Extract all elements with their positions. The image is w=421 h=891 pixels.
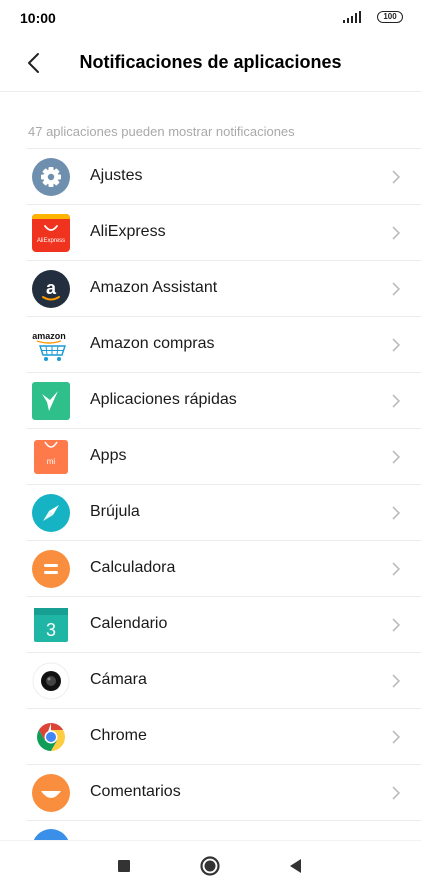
status-time: 10:00: [20, 10, 56, 26]
chevron-right-icon: [392, 450, 401, 464]
list-item-chrome[interactable]: Chrome: [26, 708, 421, 764]
app-label: Brújula: [90, 503, 140, 520]
chevron-right-icon: [392, 730, 401, 744]
chevron-right-icon: [392, 562, 401, 576]
svg-text:a: a: [46, 278, 57, 298]
app-label: Apps: [90, 447, 127, 464]
list-item-brujula[interactable]: Brújula: [26, 484, 421, 540]
chevron-right-icon: [392, 506, 401, 520]
amazon-icon-text: amazon: [32, 331, 66, 341]
app-label: Chrome: [90, 727, 147, 744]
signal-icon: [343, 11, 361, 23]
amazon-assistant-logo-icon: a: [32, 270, 70, 308]
list-item-calendario[interactable]: 3 Calendario: [26, 596, 421, 652]
list-item-calculadora[interactable]: Calculadora: [26, 540, 421, 596]
chrome-logo-icon: [37, 723, 65, 751]
app-label: Comentarios: [90, 783, 181, 800]
apps-icon-text: mi: [47, 457, 56, 466]
hummingbird-icon: [32, 382, 70, 420]
list-item-ajustes[interactable]: Ajustes: [26, 148, 421, 204]
app-label: Amazon compras: [90, 335, 215, 352]
calendar-icon-day: 3: [46, 620, 56, 640]
app-bar: Notificaciones de aplicaciones: [0, 36, 421, 92]
list-item-partial: [26, 820, 421, 841]
apps-count-caption: 47 aplicaciones pueden mostrar notificac…: [28, 124, 295, 139]
camera-lens-icon: [32, 662, 70, 700]
app-label: Amazon Assistant: [90, 279, 218, 296]
compass-icon: [32, 494, 70, 532]
chevron-right-icon: [392, 618, 401, 632]
battery-level: 100: [383, 12, 397, 21]
aliexpress-icon-text: AliExpress: [37, 238, 65, 244]
app-label: AliExpress: [90, 223, 166, 240]
chevron-right-icon: [392, 282, 401, 296]
home-circle-icon[interactable]: [199, 855, 221, 877]
calculator-icon: [32, 550, 70, 588]
chevron-right-icon: [392, 170, 401, 184]
chevron-right-icon: [392, 338, 401, 352]
list-item-apps[interactable]: mi Apps: [26, 428, 421, 484]
aliexpress-logo-icon: AliExpress: [32, 214, 70, 252]
list-item-comentarios[interactable]: Comentarios: [26, 764, 421, 820]
app-label: Cámara: [90, 671, 147, 688]
chevron-right-icon: [392, 674, 401, 688]
recents-square-icon[interactable]: [113, 855, 135, 877]
page-title: Notificaciones de aplicaciones: [79, 52, 342, 72]
app-label: Calculadora: [90, 559, 176, 576]
list-item-camara[interactable]: Cámara: [26, 652, 421, 708]
list-item-amazon-compras[interactable]: amazon Amazon compras: [26, 316, 421, 372]
list-item-amazon-assistant[interactable]: a Amazon Assistant: [26, 260, 421, 316]
chevron-right-icon: [392, 786, 401, 800]
app-label: Aplicaciones rápidas: [90, 391, 237, 408]
chevron-right-icon: [392, 226, 401, 240]
chevron-right-icon: [392, 394, 401, 408]
list-item-aplicaciones-rapidas[interactable]: Aplicaciones rápidas: [26, 372, 421, 428]
list-item-aliexpress[interactable]: AliExpress AliExpress: [26, 204, 421, 260]
status-bar: 10:00 100: [0, 0, 421, 36]
app-list: Ajustes AliExpress AliExpress a Amazon A…: [26, 148, 421, 820]
app-label: Ajustes: [90, 167, 143, 184]
battery-icon: 100: [377, 11, 403, 23]
calendar-icon: 3: [34, 608, 68, 642]
app-label: Calendario: [90, 615, 168, 632]
smile-feedback-icon: [32, 774, 70, 812]
settings-gear-icon: [32, 158, 70, 196]
back-triangle-icon[interactable]: [285, 855, 307, 877]
amazon-cart-logo-icon: amazon: [32, 326, 70, 364]
mi-apps-store-icon: mi: [34, 440, 68, 474]
system-navigation-bar: [0, 840, 421, 891]
